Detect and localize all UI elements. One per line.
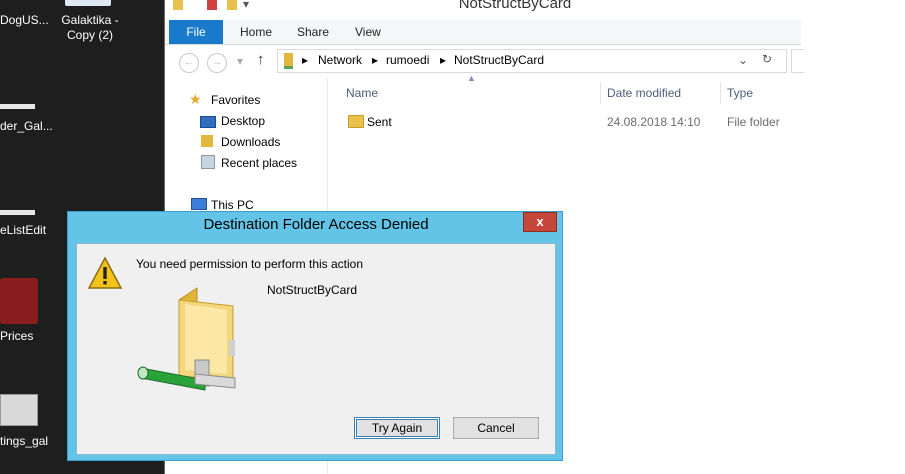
computer-icon [191,198,207,210]
breadcrumb-sep-icon: ▸ [302,53,309,67]
try-again-button[interactable]: Try Again [354,417,440,439]
address-bar[interactable]: ▸ Network ▸ rumoedi ▸ NotStructByCard ⌄ … [277,49,787,73]
desktop-icon-galaktika-label: Galaktika - Copy (2) [61,13,119,42]
dialog-message: You need permission to perform this acti… [136,257,364,271]
tab-file[interactable]: File [169,20,223,44]
row-name: Sent [367,115,392,129]
nav-recent-places[interactable]: Recent places [221,156,297,170]
row-date: 24.08.2018 14:10 [607,115,701,129]
properties-icon[interactable] [207,0,217,10]
star-icon: ★ [189,91,202,107]
dialog-body: You need permission to perform this acti… [76,243,556,455]
desktop-icon-galaktika[interactable]: Galaktika - Copy (2) [55,0,125,50]
recent-places-icon [201,155,215,169]
breadcrumb-notstructbycard[interactable]: NotStructByCard [454,53,544,67]
qat-dropdown-icon[interactable]: ▾ [243,0,249,11]
address-dropdown-icon[interactable]: ⌄ [738,53,748,67]
access-denied-dialog: Destination Folder Access Denied x You n… [67,211,563,461]
breadcrumb-sep-icon: ▸ [440,53,447,67]
nav-this-pc[interactable]: This PC [211,198,254,212]
breadcrumb-network[interactable]: Network [318,53,362,67]
forward-button[interactable]: → [207,53,227,73]
search-box[interactable] [791,49,804,73]
desktop-icon-settings-gal-label: tings_gal [0,434,49,448]
tab-share[interactable]: Share [297,20,329,44]
app-icon [0,104,35,109]
up-arrow-icon[interactable]: ↑ [257,51,265,68]
new-folder-icon[interactable] [227,0,237,10]
desktop-icon-prices-label: Prices [0,329,34,343]
close-icon[interactable]: x [523,212,557,232]
tab-home[interactable]: Home [240,20,272,44]
dialog-title: Destination Folder Access Denied [203,216,429,233]
column-divider [720,82,721,104]
desktop-icon-dogus-label: DogUS... [0,13,49,27]
nav-desktop[interactable]: Desktop [221,114,265,128]
cancel-label: Cancel [477,421,515,435]
column-divider [600,82,601,104]
network-folder-icon [137,287,236,391]
tab-view[interactable]: View [355,20,381,44]
try-again-label: Try Again [371,421,423,435]
app-icon [65,0,111,6]
breadcrumb-rumoedi[interactable]: rumoedi [386,53,429,67]
quick-access-folder-icon[interactable] [173,0,183,10]
prices-app-icon [0,278,38,324]
nav-downloads[interactable]: Downloads [221,135,280,149]
app-icon [0,210,35,215]
desktop-icon-folder-gal-label: der_Gal... [0,119,53,133]
back-button[interactable]: ← [179,53,199,73]
title-bar: ▾ NotStructByCard [165,0,801,20]
downloads-icon [201,135,213,147]
column-header-date-modified[interactable]: Date modified [607,82,717,104]
dialog-item-name: NotStructByCard [267,283,358,297]
ribbon: File Home Share View [165,20,801,45]
nav-favorites[interactable]: Favorites [211,93,260,107]
column-header-name[interactable]: Name [346,82,596,104]
warning-icon [87,256,123,289]
folder-icon [348,115,364,128]
window-title: NotStructByCard [458,0,572,12]
row-type: File folder [727,115,780,129]
app-icon [0,394,38,426]
refresh-icon[interactable]: ↻ [762,52,772,66]
desktop-icon-listedit-label: eListEdit [0,223,47,237]
breadcrumb-sep-icon: ▸ [372,53,379,67]
network-icon [284,53,293,69]
recent-locations-icon[interactable]: ▾ [237,54,243,68]
table-row[interactable]: Sent 24.08.2018 14:10 File folder [330,112,801,132]
desktop-icon [200,116,216,128]
column-header-type[interactable]: Type [727,82,797,104]
address-row: ← → ▾ ↑ ▸ Network ▸ rumoedi ▸ NotStructB… [165,45,804,77]
cancel-button[interactable]: Cancel [453,417,539,439]
